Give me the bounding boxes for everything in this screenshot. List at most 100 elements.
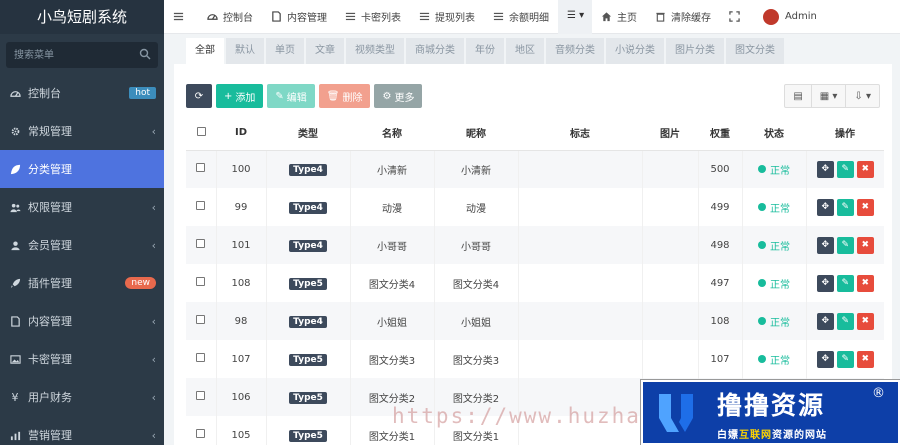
topnav-item-1[interactable]: 控制台 bbox=[198, 0, 262, 34]
sidebar-item-9[interactable]: 营销管理 ‹ bbox=[0, 416, 164, 445]
row-checkbox[interactable] bbox=[196, 239, 206, 248]
topnav-item-8[interactable]: 清除缓存 bbox=[646, 0, 720, 34]
chevron-left-icon: ‹ bbox=[151, 352, 156, 366]
row-edit-button[interactable]: ✎ bbox=[836, 312, 854, 330]
drag-sort-button[interactable]: ✥ bbox=[816, 274, 834, 292]
table-row[interactable]: 98 Type4 小姐姐 小姐姐 108 正常 ✥ ✎ ✖ bbox=[186, 302, 884, 340]
add-button[interactable]: + 添加 bbox=[216, 84, 264, 108]
table-row[interactable]: 107 Type5 图文分类3 图文分类3 107 正常 ✥ ✎ ✖ bbox=[186, 340, 884, 378]
category-tab-2[interactable]: 单页 bbox=[266, 38, 304, 64]
cell-id: 105 bbox=[215, 416, 266, 445]
category-tab-10[interactable]: 图片分类 bbox=[666, 38, 724, 64]
row-delete-button[interactable]: ✖ bbox=[856, 236, 874, 254]
sidebar-item-2[interactable]: 分类管理 bbox=[0, 150, 164, 188]
toggle-view-button[interactable]: ▤ bbox=[785, 85, 812, 107]
topnav-item-5[interactable]: 余额明细 bbox=[484, 0, 558, 34]
row-edit-button[interactable]: ✎ bbox=[836, 160, 854, 178]
table-row[interactable]: 100 Type4 小清新 小清新 500 正常 ✥ ✎ ✖ bbox=[186, 150, 884, 188]
category-tab-7[interactable]: 地区 bbox=[506, 38, 544, 64]
topnav-item-0[interactable] bbox=[164, 0, 198, 34]
search-icon[interactable] bbox=[139, 48, 151, 60]
drag-sort-button[interactable]: ✥ bbox=[816, 312, 834, 330]
topnav-item-7[interactable]: 主页 bbox=[592, 0, 646, 34]
category-tab-3[interactable]: 文章 bbox=[306, 38, 344, 64]
cell-image bbox=[641, 340, 698, 378]
status-badge: 正常 bbox=[758, 276, 790, 291]
table-row[interactable]: 99 Type4 动漫 动漫 499 正常 ✥ ✎ ✖ bbox=[186, 188, 884, 226]
type-tag: Type4 bbox=[289, 315, 327, 328]
topnav-item-4[interactable]: 提现列表 bbox=[410, 0, 484, 34]
sidebar-item-5[interactable]: 插件管理 new bbox=[0, 264, 164, 302]
sidebar-item-4[interactable]: 会员管理 ‹ bbox=[0, 226, 164, 264]
delete-button[interactable]: 🗑 删除 bbox=[318, 84, 371, 108]
drag-sort-button[interactable]: ✥ bbox=[816, 236, 834, 254]
row-checkbox[interactable] bbox=[196, 163, 206, 173]
edit-button[interactable]: ✎ 编辑 bbox=[267, 84, 315, 108]
row-delete-button[interactable]: ✖ bbox=[856, 312, 874, 330]
sidebar-item-label: 用户财务 bbox=[28, 391, 72, 404]
row-delete-button[interactable]: ✖ bbox=[856, 198, 874, 216]
drag-sort-button[interactable]: ✥ bbox=[816, 160, 834, 178]
topnav-item-3[interactable]: 卡密列表 bbox=[336, 0, 410, 34]
cell-type: Type5 bbox=[265, 416, 350, 445]
category-tab-11[interactable]: 图文分类 bbox=[726, 38, 784, 64]
category-tab-4[interactable]: 视频类型 bbox=[346, 38, 404, 64]
drag-sort-button[interactable]: ✥ bbox=[816, 198, 834, 216]
image-icon bbox=[8, 352, 22, 366]
topnav-item-6[interactable]: ☰ ▾ bbox=[558, 0, 592, 34]
more-button[interactable]: ⚙ 更多 bbox=[374, 84, 423, 108]
watermark-subtitle: 白嫖互联网资源的网站 bbox=[717, 430, 827, 441]
pencil-icon: ✎ bbox=[275, 90, 284, 102]
sidebar-item-label: 内容管理 bbox=[28, 315, 72, 328]
table-row[interactable]: 101 Type4 小哥哥 小哥哥 498 正常 ✥ ✎ ✖ bbox=[186, 226, 884, 264]
sidebar: 小鸟短剧系统 控制台 hot 常规管理 ‹ 分类管理权限管理 ‹ 会员管理 ‹ 插件管理 new 内… bbox=[0, 0, 164, 445]
sidebar-item-1[interactable]: 常规管理 ‹ bbox=[0, 112, 164, 150]
move-icon: ✥ bbox=[821, 316, 830, 326]
menu-search-input[interactable] bbox=[6, 42, 158, 68]
cell-status: 正常 bbox=[741, 226, 806, 264]
category-tab-5[interactable]: 商城分类 bbox=[406, 38, 464, 64]
sidebar-item-0[interactable]: 控制台 hot bbox=[0, 74, 164, 112]
row-checkbox[interactable] bbox=[196, 315, 206, 324]
row-checkbox[interactable] bbox=[196, 353, 206, 362]
row-edit-button[interactable]: ✎ bbox=[836, 274, 854, 292]
row-delete-button[interactable]: ✖ bbox=[856, 160, 874, 178]
select-all-checkbox[interactable] bbox=[186, 116, 216, 151]
sidebar-item-8[interactable]: ¥ 用户财务 ‹ bbox=[0, 378, 164, 416]
drag-sort-button[interactable]: ✥ bbox=[816, 350, 834, 368]
category-tab-9[interactable]: 小说分类 bbox=[606, 38, 664, 64]
sidebar-item-6[interactable]: 内容管理 ‹ bbox=[0, 302, 164, 340]
category-tab-8[interactable]: 音频分类 bbox=[546, 38, 604, 64]
topnav-item-10[interactable]: Admin bbox=[754, 0, 826, 34]
badge-hot: hot bbox=[129, 87, 156, 99]
cell-type: Type5 bbox=[265, 378, 350, 416]
row-checkbox[interactable] bbox=[196, 201, 206, 210]
checkbox[interactable] bbox=[196, 126, 206, 136]
topnav-item-2[interactable]: 内容管理 bbox=[262, 0, 336, 34]
table-row[interactable]: 108 Type5 图文分类4 图文分类4 497 正常 ✥ ✎ ✖ bbox=[186, 264, 884, 302]
row-edit-button[interactable]: ✎ bbox=[836, 350, 854, 368]
row-checkbox[interactable] bbox=[196, 277, 206, 286]
sidebar-item-7[interactable]: 卡密管理 ‹ bbox=[0, 340, 164, 378]
pencil-icon: ✎ bbox=[841, 240, 850, 250]
row-delete-button[interactable]: ✖ bbox=[856, 274, 874, 292]
row-delete-button[interactable]: ✖ bbox=[856, 350, 874, 368]
row-checkbox[interactable] bbox=[196, 391, 206, 400]
category-tab-1[interactable]: 默认 bbox=[226, 38, 264, 64]
cell-status: 正常 bbox=[741, 188, 806, 226]
leaf-icon bbox=[8, 162, 22, 176]
columns-dropdown[interactable]: ▦ ▾ bbox=[812, 85, 847, 107]
topnav-item-9[interactable] bbox=[720, 0, 754, 34]
cell-nickname: 小清新 bbox=[433, 150, 518, 188]
category-tab-6[interactable]: 年份 bbox=[466, 38, 504, 64]
category-tab-0[interactable]: 全部 bbox=[186, 38, 224, 64]
row-checkbox[interactable] bbox=[196, 429, 206, 438]
cell-nickname: 小姐姐 bbox=[433, 302, 518, 340]
refresh-button[interactable]: ⟳ bbox=[186, 84, 212, 108]
app-logo[interactable]: 小鸟短剧系统 bbox=[0, 0, 164, 34]
row-edit-button[interactable]: ✎ bbox=[836, 236, 854, 254]
cell-image bbox=[641, 264, 698, 302]
row-edit-button[interactable]: ✎ bbox=[836, 198, 854, 216]
sidebar-item-3[interactable]: 权限管理 ‹ bbox=[0, 188, 164, 226]
export-dropdown[interactable]: ⇩ ▾ bbox=[846, 85, 879, 107]
